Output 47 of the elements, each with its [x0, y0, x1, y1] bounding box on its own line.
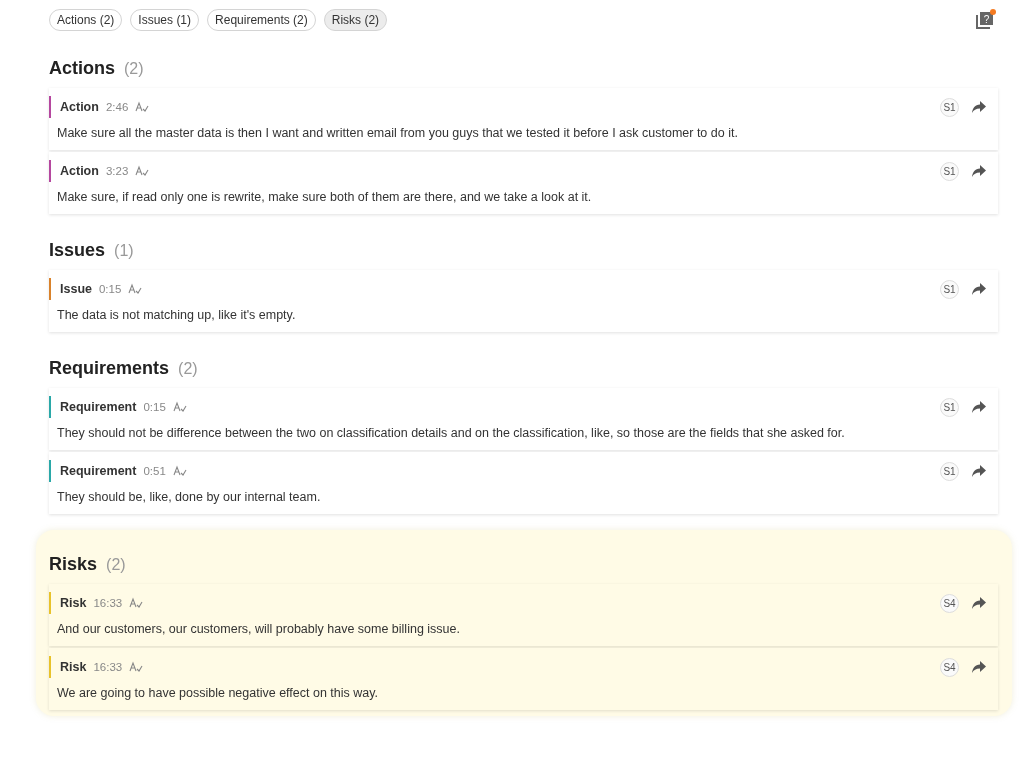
section-title: Issues	[49, 240, 106, 260]
item-text: And our customers, our customers, will probably have some billing issue.	[56, 621, 461, 638]
item-label: Requirement	[60, 464, 137, 478]
timestamp-link[interactable]: 3:23	[105, 165, 129, 177]
timestamp-link[interactable]: 0:51	[143, 465, 166, 477]
section-title: Risks	[49, 554, 98, 574]
section-count: (1)	[114, 242, 134, 259]
section-count: (2)	[178, 360, 198, 377]
speaker-badge: S1	[940, 97, 959, 117]
item-label: Issue	[60, 282, 92, 296]
item-label: Requirement	[60, 400, 137, 414]
share-icon[interactable]	[972, 101, 986, 113]
share-icon[interactable]	[972, 401, 986, 413]
filter-chip[interactable]: Requirements (2)	[207, 9, 316, 31]
speaker-badge: S4	[940, 657, 959, 677]
filter-chip[interactable]: Issues (1)	[130, 9, 200, 31]
item-text: They should not be difference between the two on classification details and on the classification, like, so those are the fields that she asked for.	[56, 425, 846, 442]
share-icon[interactable]	[972, 661, 986, 673]
timestamp-link[interactable]: 0:15	[98, 283, 122, 295]
section-title: Actions	[49, 58, 115, 78]
item-text: The data is not matching up, like it's empty.	[56, 307, 297, 324]
speaker-badge: S1	[940, 461, 959, 481]
timestamp-link[interactable]: 0:15	[143, 401, 166, 413]
section-count: (2)	[106, 556, 126, 573]
speaker-badge: S1	[940, 161, 959, 181]
share-icon[interactable]	[972, 165, 986, 177]
section-count: (2)	[124, 60, 144, 77]
filter-chip[interactable]: Actions (2)	[49, 9, 123, 31]
filter-chip[interactable]: Risks (2)	[323, 9, 388, 31]
item-text: We are going to have possible negative effect on this way.	[56, 685, 380, 702]
item-text: Make sure, if read only one is rewrite, make sure both of them are there, and we take a look at it.	[56, 189, 593, 206]
section-title: Requirements	[49, 358, 170, 378]
item-label: Action	[60, 100, 99, 114]
item-label: Action	[60, 164, 99, 178]
item-text: Make sure all the master data is then I want and written email from you guys that we tested it before I ask customer to do it.	[56, 125, 739, 142]
item-label: Risk	[60, 596, 87, 610]
speaker-badge: S1	[940, 279, 959, 299]
timestamp-link[interactable]: 16:33	[93, 661, 123, 673]
item-label: Risk	[60, 660, 87, 674]
item-text: They should be, like, done by our internal team.	[56, 489, 322, 506]
share-icon[interactable]	[972, 597, 986, 609]
speaker-badge: S4	[940, 593, 959, 613]
share-icon[interactable]	[972, 465, 986, 477]
timestamp-link[interactable]: 2:46	[105, 101, 129, 113]
share-icon[interactable]	[972, 283, 986, 295]
speaker-badge: S1	[940, 397, 959, 417]
timestamp-link[interactable]: 16:33	[93, 597, 123, 609]
